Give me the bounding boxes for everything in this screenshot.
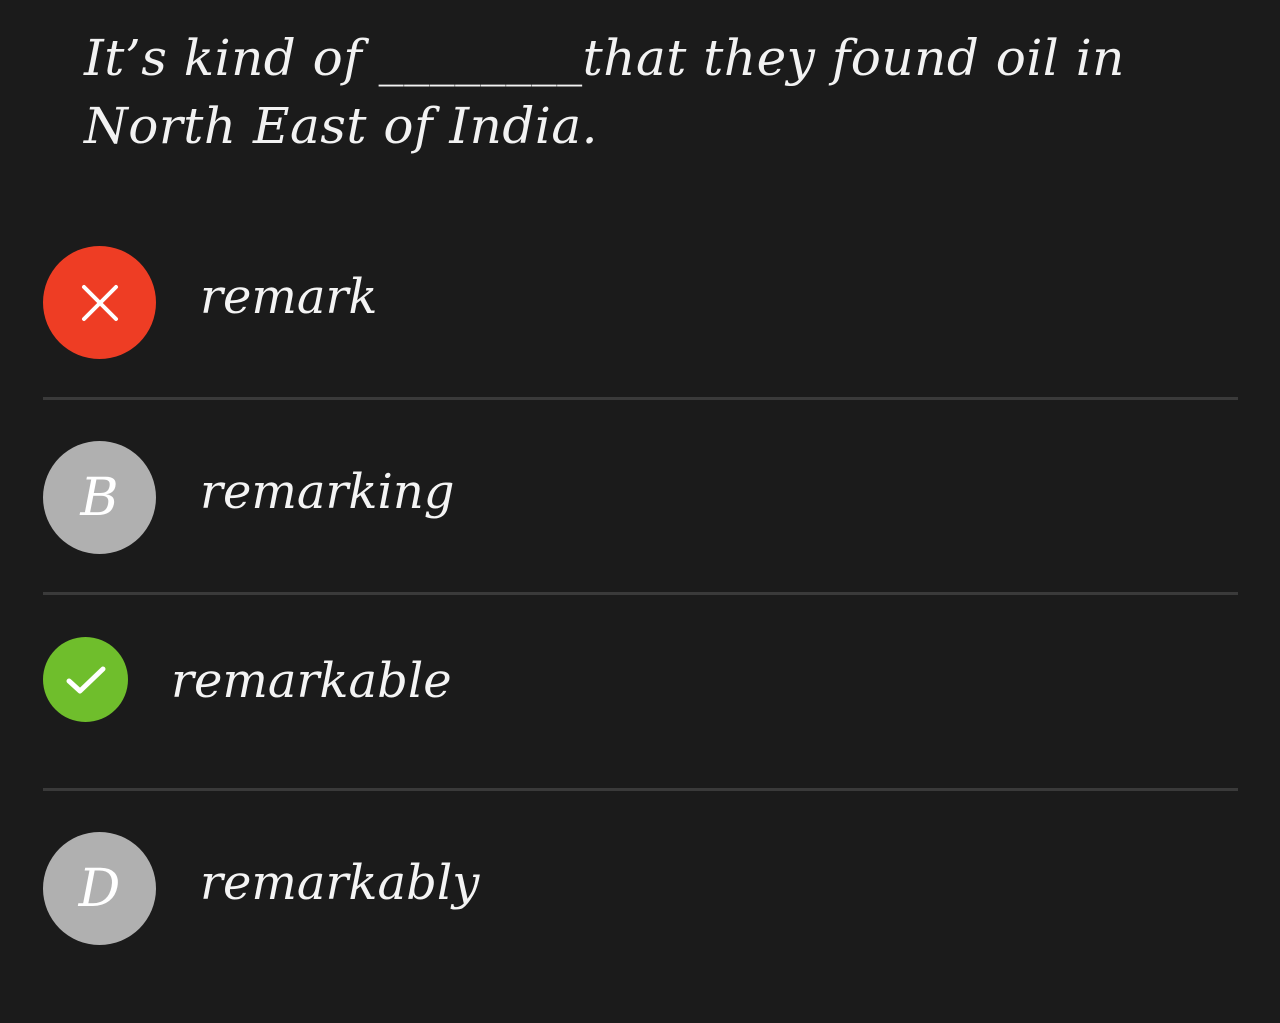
- option-a-label: remark: [200, 269, 378, 325]
- option-d[interactable]: D remarkably: [0, 791, 1280, 986]
- option-b-letter-badge: B: [43, 441, 156, 554]
- option-b-label: remarking: [200, 464, 455, 520]
- option-a-wrong-badge: [43, 246, 156, 359]
- close-icon: [81, 284, 118, 321]
- option-c-label: remarkable: [171, 653, 452, 709]
- check-icon: [66, 666, 105, 693]
- divider: [43, 592, 1238, 595]
- option-c[interactable]: remarkable: [0, 596, 1280, 791]
- option-d-letter-badge: D: [43, 832, 156, 945]
- option-b[interactable]: B remarking: [0, 400, 1280, 595]
- question-text: It’s kind of ________that they found oil…: [84, 29, 1125, 155]
- option-c-correct-badge: [43, 637, 128, 722]
- option-a[interactable]: remark: [0, 205, 1280, 400]
- option-d-label: remarkably: [200, 855, 480, 911]
